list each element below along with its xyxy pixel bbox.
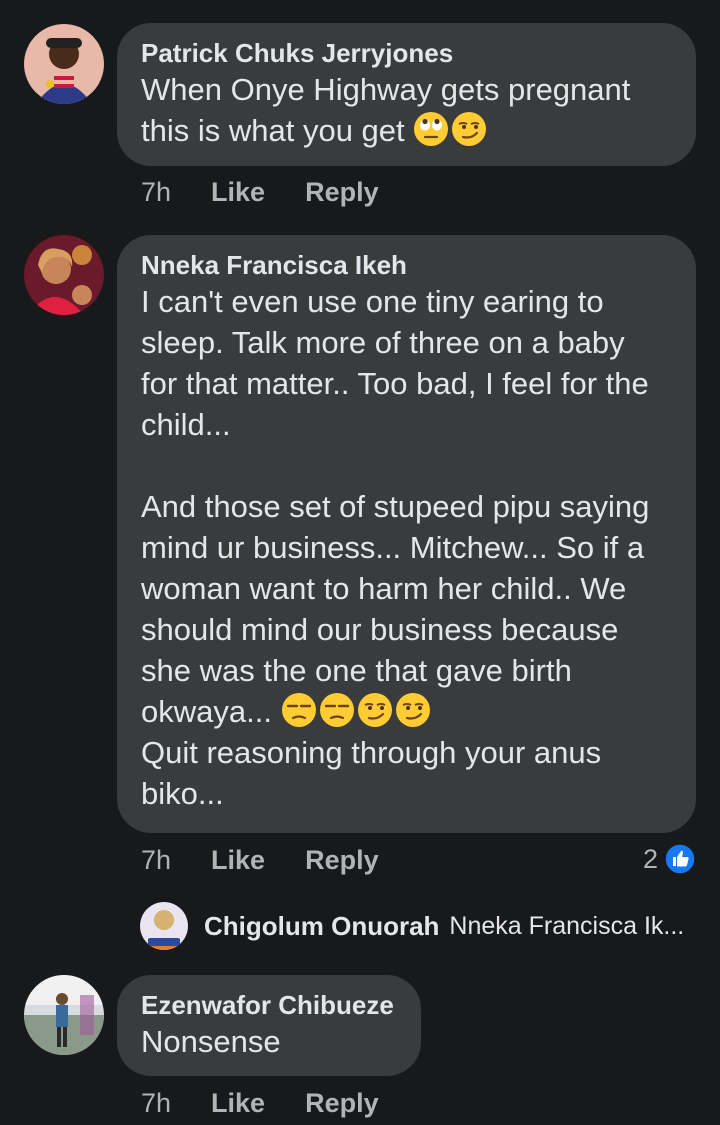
reply-button[interactable]: Reply <box>305 845 379 876</box>
comment-bubble: Nneka Francisca Ikeh I can't even use on… <box>117 235 696 833</box>
comment-text: okwaya... <box>141 691 672 732</box>
comment-actions: 7h Like Reply <box>141 845 379 876</box>
comment-text: And those set of stupeed pipu saying min… <box>141 489 650 688</box>
comment-bubble: Patrick Chuks Jerryjones When Onye Highw… <box>117 23 696 166</box>
comment-text: When Onye Highway gets pregnant this is … <box>141 69 672 151</box>
comment-bubble: Ezenwafor Chibueze Nonsense <box>117 975 421 1076</box>
comment-author[interactable]: Patrick Chuks Jerryjones <box>141 37 672 69</box>
reply-author[interactable]: Chigolum Onuorah <box>204 911 439 942</box>
reply-snippet: Nneka Francisca Ik... <box>449 911 685 940</box>
reply-button[interactable]: Reply <box>305 1088 379 1119</box>
unamused-face-emoji-icon <box>319 693 354 727</box>
comment-time[interactable]: 7h <box>141 845 171 876</box>
avatar-patrick[interactable] <box>24 24 104 104</box>
comment-text: Quit reasoning through your anus biko... <box>141 735 602 811</box>
avatar-ezenwafor[interactable] <box>24 975 104 1055</box>
like-button[interactable]: Like <box>211 177 265 208</box>
smirking-face-emoji-icon <box>357 693 392 727</box>
comment-text: I can't even use one tiny earing to slee… <box>141 284 649 442</box>
comment-actions: 7h Like Reply <box>141 177 379 208</box>
unamused-face-emoji-icon <box>281 693 316 727</box>
thumbs-up-icon <box>664 843 696 875</box>
comment-author[interactable]: Nneka Francisca Ikeh <box>141 249 672 281</box>
comment-actions: 7h Like Reply <box>141 1088 379 1119</box>
reply-preview[interactable]: Chigolum Onuorah Nneka Francisca Ik... <box>140 902 700 950</box>
comment-text: Nonsense <box>141 1024 281 1059</box>
comment-text-line: When Onye Highway gets pregnant <box>141 72 631 107</box>
comment-text-line: this is what you get <box>141 113 414 148</box>
reaction-summary[interactable]: 2 <box>643 843 696 875</box>
reply-button[interactable]: Reply <box>305 177 379 208</box>
rolling-eyes-emoji-icon <box>414 112 449 146</box>
smirking-face-emoji-icon <box>452 112 487 146</box>
reaction-count: 2 <box>642 843 658 874</box>
comment-time[interactable]: 7h <box>141 177 171 208</box>
like-button[interactable]: Like <box>211 845 265 876</box>
like-button[interactable]: Like <box>211 1088 265 1119</box>
comment-author[interactable]: Ezenwafor Chibueze <box>141 989 397 1021</box>
avatar-nneka[interactable] <box>24 235 104 315</box>
avatar-chigolum[interactable] <box>140 902 188 950</box>
comment-time[interactable]: 7h <box>141 1088 171 1119</box>
smirking-face-emoji-icon <box>395 693 430 727</box>
comment-text-line: okwaya... <box>141 694 281 729</box>
